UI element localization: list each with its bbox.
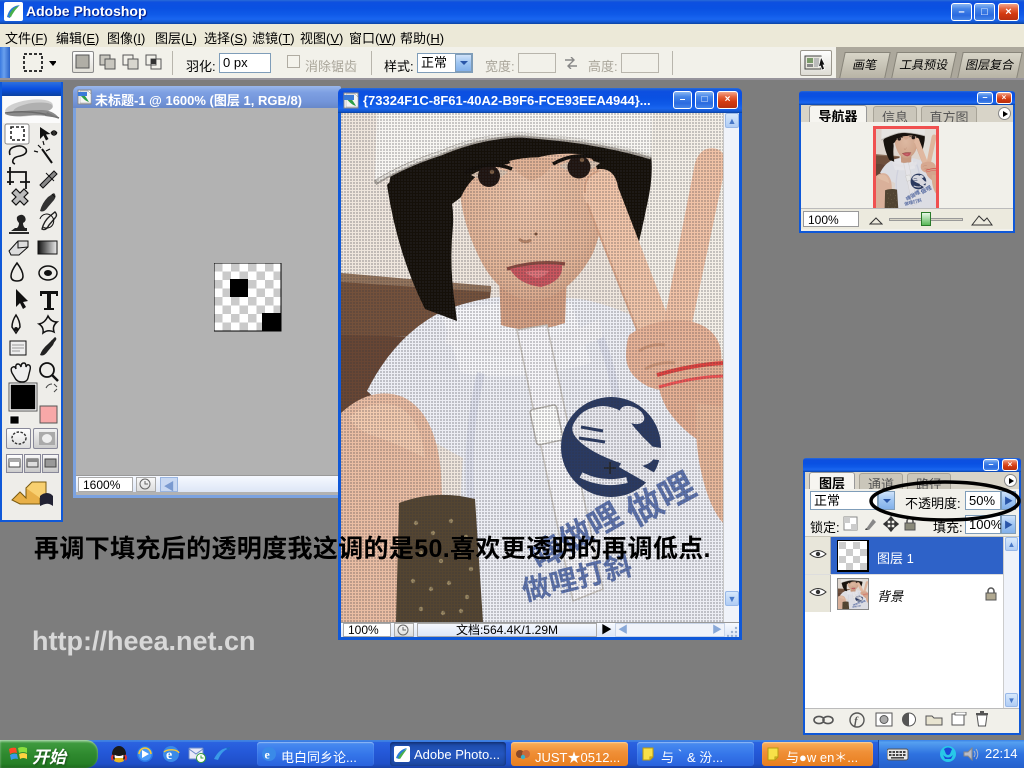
svg-text:e: e: [265, 748, 271, 762]
svg-text:f: f: [854, 715, 859, 727]
